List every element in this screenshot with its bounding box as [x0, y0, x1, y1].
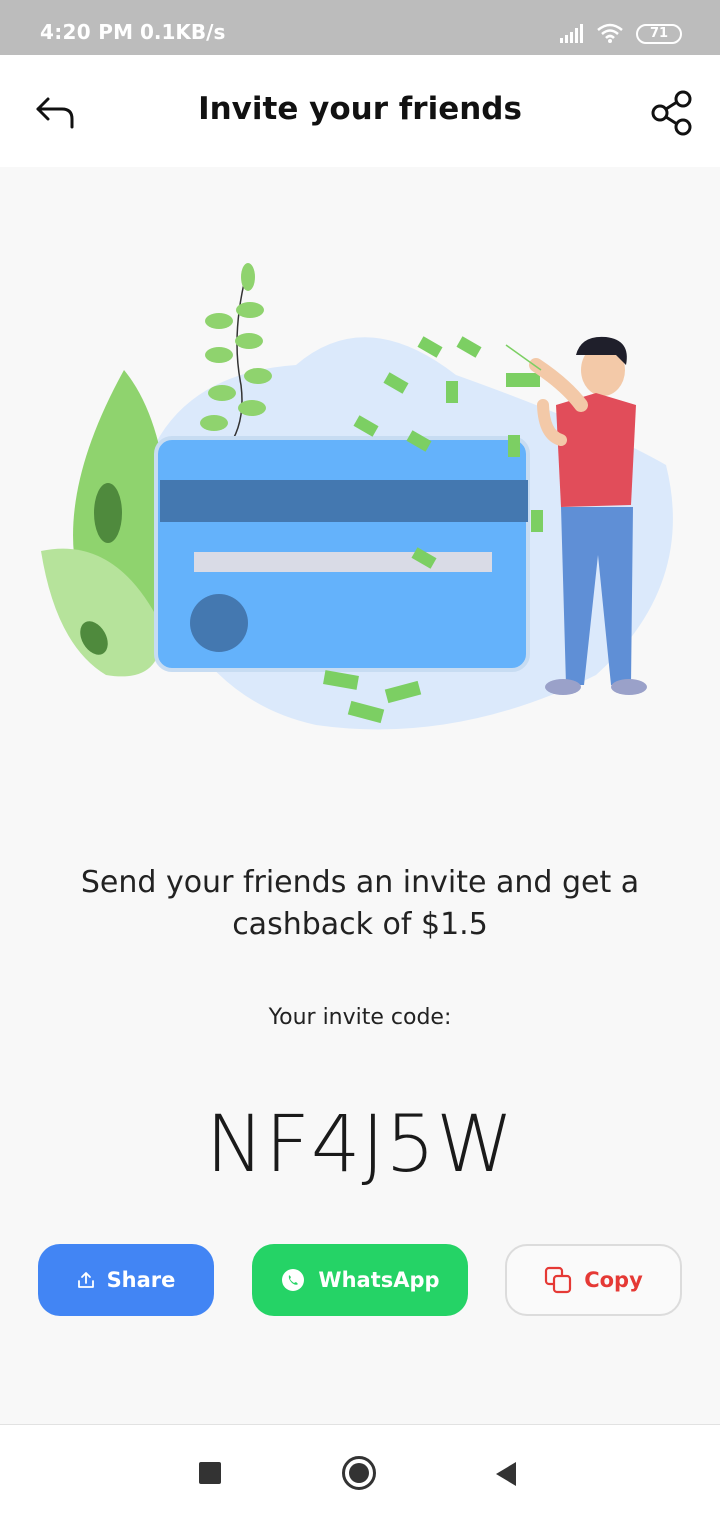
recent-apps-icon[interactable]	[199, 1462, 221, 1484]
battery-level: 71	[649, 26, 669, 41]
system-nav-bar	[0, 1424, 720, 1520]
battery-icon: 71	[636, 24, 682, 44]
share-button[interactable]: Share	[38, 1244, 214, 1316]
copy-button-label: Copy	[584, 1268, 643, 1292]
app-header: Invite your friends	[0, 55, 720, 167]
wifi-icon	[597, 23, 623, 43]
copy-button[interactable]: Copy	[505, 1244, 682, 1316]
credit-card-cashback-illustration	[41, 263, 673, 730]
upload-icon	[77, 1272, 94, 1288]
invite-message: Send your friends an invite and get a ca…	[80, 865, 640, 942]
status-time: 4:20 PM	[40, 20, 134, 44]
whatsapp-icon	[282, 1269, 305, 1291]
invite-code[interactable]: NF4J5W	[0, 1100, 720, 1190]
whatsapp-button-label: WhatsApp	[318, 1268, 440, 1292]
whatsapp-button[interactable]: WhatsApp	[252, 1244, 468, 1316]
share-icon[interactable]	[650, 89, 694, 137]
back-icon[interactable]	[494, 1460, 518, 1488]
invite-code-label: Your invite code:	[268, 1005, 452, 1030]
copy-icon	[545, 1266, 572, 1294]
page-title: Invite your friends	[198, 91, 522, 127]
share-button-label: Share	[106, 1268, 176, 1292]
status-network-speed: 0.1KB/s	[140, 20, 226, 44]
signal-icon	[560, 24, 583, 43]
home-icon[interactable]	[342, 1456, 376, 1490]
status-bar: 4:20 PM 0.1KB/s 71	[0, 0, 720, 55]
